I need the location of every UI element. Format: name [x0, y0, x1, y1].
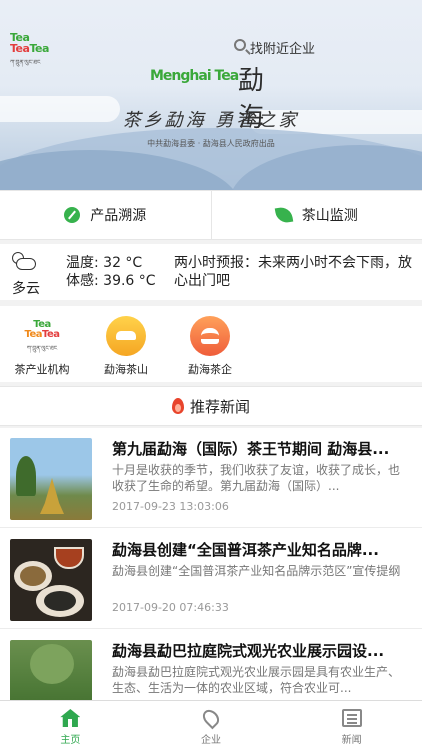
tea-plate-shape: [36, 585, 84, 617]
hero-banner: Tea TeaTea ཀ་བྲུན་ལུང་ཐང 找附近企业 Menghai Te…: [0, 0, 422, 190]
slogan: 茶乡勐海 勇者之家: [122, 110, 300, 131]
news-summary: 勐海县勐巴拉庭院式观光农业展示园是具有农业生产、生态、生活为一体的农业区域，符合…: [112, 665, 401, 695]
brand-logo: Menghai Tea 勐海: [150, 54, 280, 133]
tab-home[interactable]: 主页: [0, 701, 141, 750]
news-title: 勐海县勐巴拉庭院式观光农业展示园设...: [112, 642, 385, 660]
category-tea-mountains[interactable]: 勐海茶山: [90, 316, 162, 377]
tab-label: 主页: [60, 735, 81, 746]
news-thumbnail: [10, 640, 92, 700]
app-screen: Tea TeaTea ཀ་བྲུན་ལུང་ཐང 找附近企业 Menghai Te…: [0, 0, 422, 750]
category-grid: Tea TeaTea ཀ་བྲུན་ལུང་ཐང 茶产业机构 勐海茶山 勐海茶企: [0, 306, 422, 382]
tea-mountain-monitor-label: 茶山监测: [301, 208, 358, 224]
pagoda-shape: [40, 478, 64, 514]
car-icon: [106, 316, 146, 356]
category-tea-companies[interactable]: 勐海茶企: [174, 316, 246, 377]
news-item[interactable]: 第九届勐海（国际）茶王节期间 勐海县... 十月是收获的季节，我们收获了友谊，收…: [0, 428, 422, 528]
burger-icon: [190, 316, 230, 356]
brand-logo-latin: Menghai Tea: [150, 68, 239, 84]
location-pin-icon: [199, 706, 223, 730]
tea-logo-subtext: ཀ་བྲུན་ལུང་ཐང: [26, 345, 58, 352]
pen-icon: [64, 207, 81, 223]
news-item[interactable]: 勐海县勐巴拉庭院式观光农业展示园设... 勐海县勐巴拉庭院式观光农业展示园是具有…: [0, 630, 422, 700]
leaf-icon: [274, 205, 294, 225]
news-summary: 十月是收获的季节，我们收获了友谊，收获了成长，也收获了生命的希望。第九届勐海（国…: [112, 463, 401, 493]
weather-condition: 多云: [12, 281, 40, 297]
search-icon: [234, 39, 246, 51]
tab-enterprise[interactable]: 企业: [141, 701, 282, 750]
app-logo-subtext: ཀ་བྲུན་ལུང་ཐང: [10, 59, 41, 66]
news-section-header: 推荐新闻: [0, 386, 422, 426]
app-logo: Tea TeaTea ཀ་བྲུན་ལུང་ཐང: [10, 31, 49, 66]
category-label: 勐海茶山: [104, 363, 148, 376]
news-item[interactable]: 勐海县创建“全国普洱茶产业知名品牌... 勐海县创建“全国普洱茶产业知名品牌示范…: [0, 529, 422, 629]
temperature-value: 温度: 32 °C: [66, 255, 143, 271]
car-shape: [116, 331, 136, 340]
palm-tree-shape: [16, 456, 36, 496]
product-trace-label: 产品溯源: [90, 208, 147, 224]
tea-logo-icon: Tea TeaTea ཀ་བྲུན་ལུང་ཐང: [17, 316, 67, 356]
two-hour-forecast: 两小时预报：未来两小时不会下雨，放心出门吧: [174, 255, 412, 289]
news-date: 2017-09-20 07:46:33: [112, 601, 229, 614]
bottom-tab-bar: 主页 企业 新闻: [0, 700, 422, 750]
action-bar: 产品溯源 茶山监测: [0, 190, 422, 240]
app-logo-mark: Tea TeaTea: [10, 31, 49, 55]
tab-label: 新闻: [341, 735, 362, 746]
burger-shape: [201, 328, 219, 344]
news-thumbnail: [10, 539, 92, 621]
flame-icon: [171, 398, 184, 414]
tab-label: 企业: [201, 735, 221, 746]
news-section-title: 推荐新闻: [189, 397, 250, 416]
news-date: 2017-09-23 13:03:06: [112, 500, 229, 513]
temperature-block: 温度: 32 °C 体感: 39.6 °C: [66, 254, 156, 290]
category-label: 勐海茶企: [188, 363, 232, 376]
tea-cup-shape: [54, 547, 84, 569]
cloud-shape: [16, 258, 36, 270]
newspaper-icon: [341, 709, 362, 727]
tea-logo-mark: Tea TeaTea: [24, 319, 60, 340]
weather-panel: 多云 温度: 32 °C 体感: 39.6 °C 两小时预报：未来两小时不会下雨…: [0, 244, 422, 300]
home-icon: [60, 709, 81, 727]
tree-shape: [30, 644, 74, 684]
product-trace-button[interactable]: 产品溯源: [0, 191, 211, 239]
tea-mountain-monitor-button[interactable]: 茶山监测: [210, 191, 422, 239]
news-summary: 勐海县创建“全国普洱茶产业知名品牌示范区”宣传提纲: [112, 564, 401, 578]
partly-cloudy-icon: [10, 250, 36, 272]
news-thumbnail: [10, 438, 92, 520]
news-title: 勐海县创建“全国普洱茶产业知名品牌...: [112, 541, 379, 559]
tab-news[interactable]: 新闻: [281, 701, 422, 750]
publisher-text: 中共勐海县委 · 勐海县人民政府出品: [147, 139, 275, 148]
news-title: 第九届勐海（国际）茶王节期间 勐海县...: [112, 440, 390, 458]
news-list: 第九届勐海（国际）茶王节期间 勐海县... 十月是收获的季节，我们收获了友谊，收…: [0, 428, 422, 700]
category-tea-institutions[interactable]: Tea TeaTea ཀ་བྲུན་ལུང་ཐང 茶产业机构: [6, 316, 78, 377]
category-label: 茶产业机构: [14, 363, 70, 376]
feels-like-value: 体感: 39.6 °C: [66, 273, 156, 289]
